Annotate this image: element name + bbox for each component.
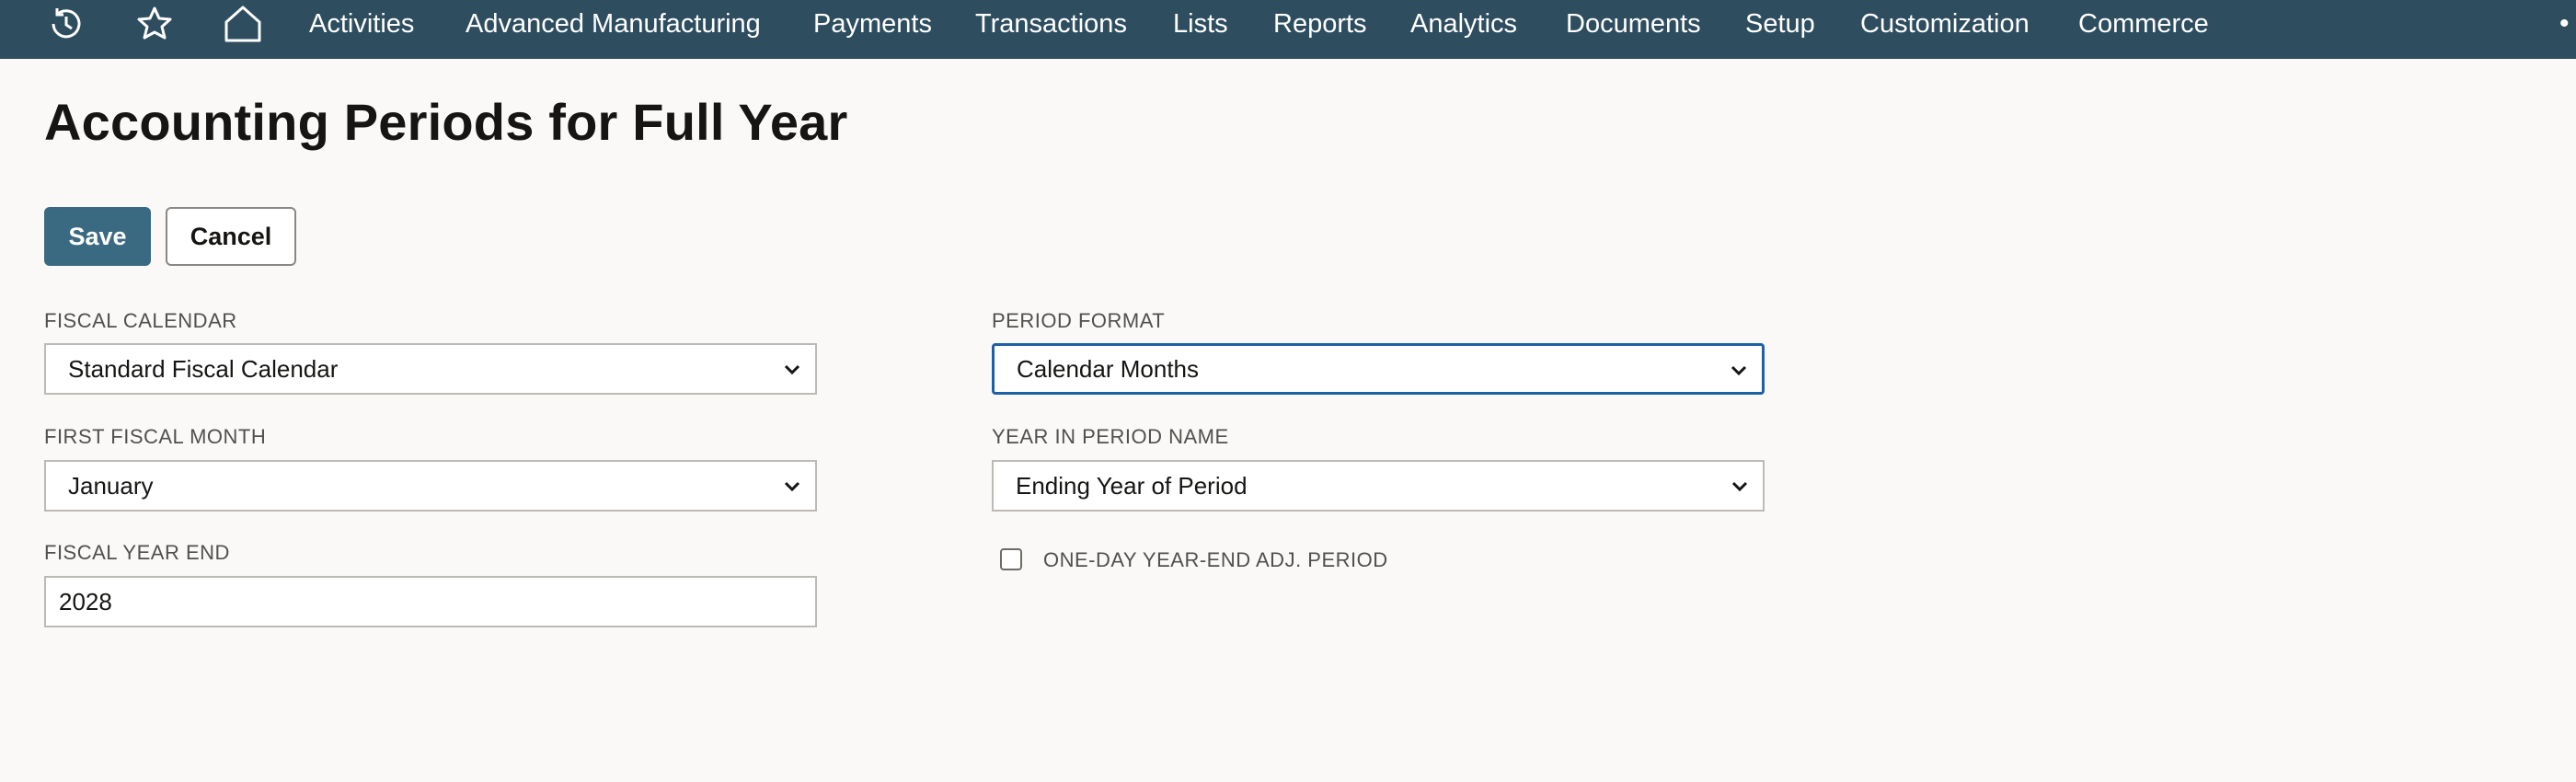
nav-item-customization[interactable]: Customization (1860, 7, 2030, 40)
period-format-select[interactable]: Calendar Months (992, 343, 1765, 395)
fiscal-calendar-value: Standard Fiscal Calendar (68, 354, 339, 383)
fiscal-year-end-input[interactable]: 2028 (44, 576, 817, 627)
nav-item-documents[interactable]: Documents (1566, 7, 1701, 40)
nav-item-setup[interactable]: Setup (1745, 7, 1815, 40)
period-format-value: Calendar Months (1017, 354, 1199, 383)
year-in-period-name-label: YEAR IN PERIOD NAME (992, 425, 1229, 448)
nav-item-reports[interactable]: Reports (1273, 7, 1367, 40)
period-format-label: PERIOD FORMAT (992, 309, 1166, 332)
year-in-period-name-value: Ending Year of Period (1016, 471, 1248, 500)
nav-item-advanced-manufacturing[interactable]: Advanced Manufacturing (466, 7, 761, 40)
nav-item-lists[interactable]: Lists (1173, 7, 1228, 40)
chevron-down-icon (784, 364, 800, 375)
cancel-button[interactable]: Cancel (166, 207, 296, 266)
fiscal-calendar-select[interactable]: Standard Fiscal Calendar (44, 343, 817, 395)
year-in-period-name-select[interactable]: Ending Year of Period (992, 460, 1765, 512)
chevron-down-icon (784, 481, 800, 492)
one-day-adj-period-checkbox[interactable] (1000, 548, 1022, 570)
top-navigation-bar: Activities Advanced Manufacturing Paymen… (0, 0, 2576, 59)
more-menu-icon[interactable]: • (2559, 10, 2576, 38)
nav-item-commerce[interactable]: Commerce (2078, 7, 2209, 40)
home-icon[interactable] (221, 2, 265, 46)
nav-item-activities[interactable]: Activities (309, 7, 414, 40)
nav-item-payments[interactable]: Payments (813, 7, 932, 40)
one-day-adj-period-label[interactable]: ONE-DAY YEAR-END ADJ. PERIOD (1043, 548, 1388, 572)
first-fiscal-month-label: FIRST FISCAL MONTH (44, 425, 267, 448)
chevron-down-icon (1731, 481, 1748, 492)
nav-item-transactions[interactable]: Transactions (975, 7, 1127, 40)
chevron-down-icon (1731, 365, 1747, 376)
fiscal-calendar-label: FISCAL CALENDAR (44, 309, 237, 332)
save-button[interactable]: Save (44, 207, 151, 266)
first-fiscal-month-value: January (68, 471, 154, 500)
nav-item-analytics[interactable]: Analytics (1410, 7, 1517, 40)
recent-history-icon[interactable] (44, 2, 88, 46)
first-fiscal-month-select[interactable]: January (44, 460, 817, 512)
fiscal-year-end-label: FISCAL YEAR END (44, 541, 230, 564)
star-icon[interactable] (132, 2, 177, 46)
fiscal-year-end-value: 2028 (59, 587, 112, 615)
page-title: Accounting Periods for Full Year (44, 93, 848, 151)
